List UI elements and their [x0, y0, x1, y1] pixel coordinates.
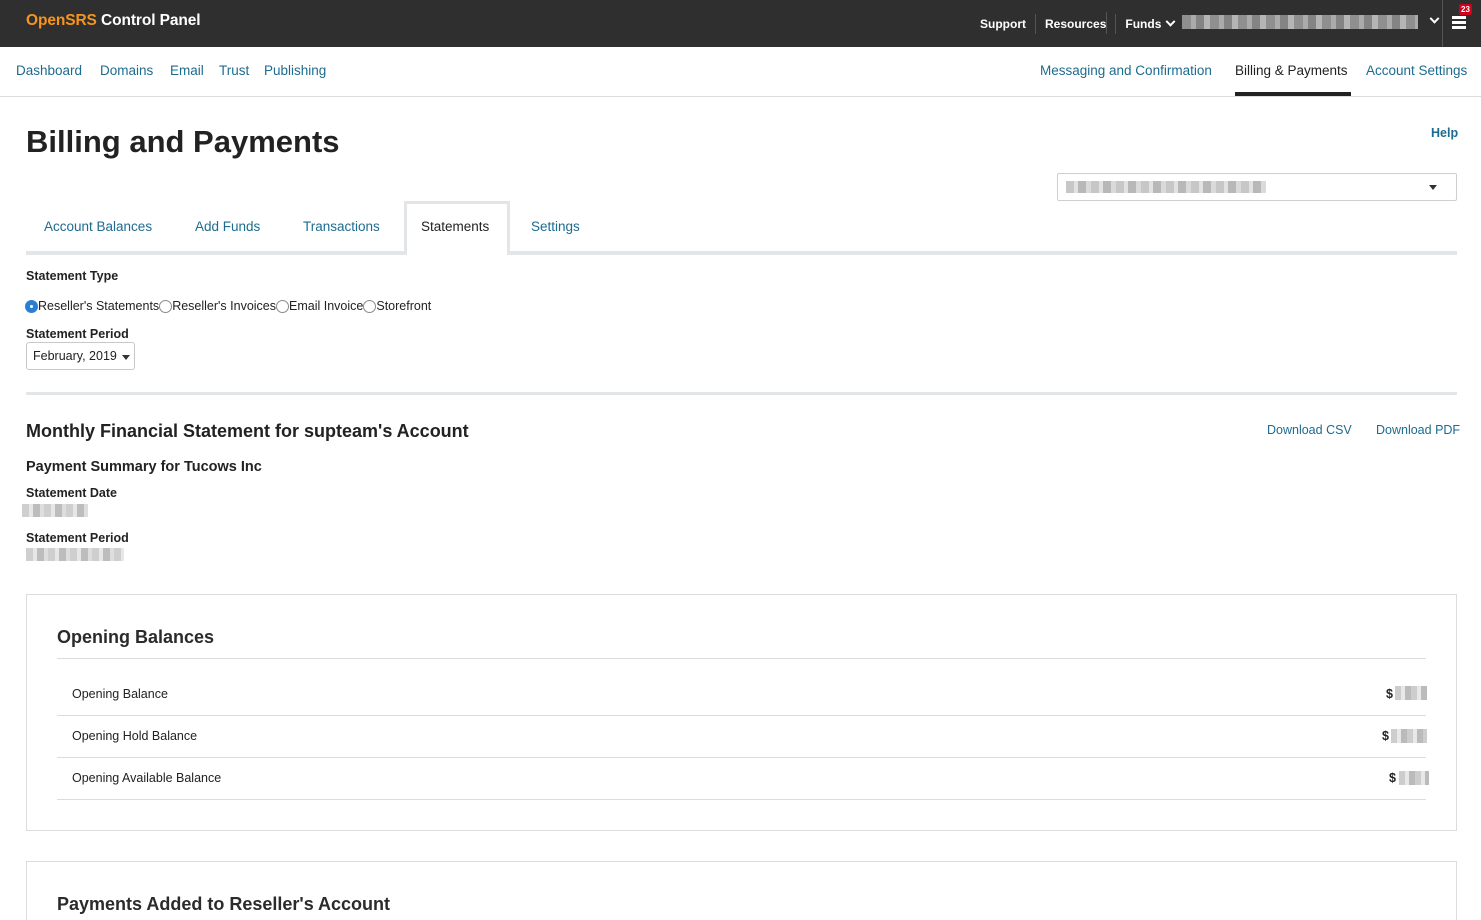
- statement-title: Monthly Financial Statement for supteam'…: [26, 421, 469, 441]
- funds-menu[interactable]: Funds: [1116, 14, 1183, 34]
- row-divider: [57, 715, 1426, 716]
- tab-settings[interactable]: Settings: [531, 219, 580, 234]
- notification-badge: 23: [1459, 4, 1472, 15]
- row-divider: [57, 799, 1426, 800]
- chevron-down-icon: [1165, 16, 1176, 27]
- download-pdf-link[interactable]: Download PDF: [1376, 423, 1460, 437]
- opening-balances-card: Opening Balances Opening Balance $ Openi…: [26, 594, 1457, 831]
- radio-button-selected[interactable]: [25, 299, 38, 313]
- statement-period-range: [26, 548, 124, 561]
- opening-balance-value: [1395, 686, 1427, 700]
- active-nav-indicator: [1235, 92, 1351, 96]
- opening-hold-balance-value: [1391, 729, 1427, 743]
- help-link[interactable]: Help: [1431, 126, 1458, 140]
- radio-label: Reseller's Statements: [38, 299, 160, 313]
- statement-period-select[interactable]: February, 2019: [26, 342, 135, 370]
- section-divider: [26, 392, 1457, 395]
- opening-available-balance-value: [1399, 771, 1429, 785]
- nav-domains[interactable]: Domains: [100, 63, 153, 78]
- nav-billing-payments[interactable]: Billing & Payments: [1235, 63, 1348, 78]
- opening-balances-title: Opening Balances: [57, 627, 215, 647]
- payments-added-card: Payments Added to Reseller's Account: [26, 861, 1457, 920]
- opening-available-balance-currency: $: [1389, 771, 1396, 785]
- top-nav: Support Resources Funds: [971, 0, 1183, 47]
- statement-date-label: Statement Date: [26, 486, 117, 500]
- radio-email-invoice[interactable]: Email Invoice: [276, 299, 363, 313]
- top-bar: OpenSRS Control Panel Support Resources …: [0, 0, 1481, 47]
- radio-storefront[interactable]: Storefront: [363, 299, 431, 313]
- user-account-menu[interactable]: [1182, 15, 1418, 29]
- brand-name: OpenSRS: [26, 12, 97, 29]
- card-divider: [57, 658, 1426, 659]
- statement-period-heading: Statement Period: [26, 531, 129, 545]
- account-select[interactable]: [1057, 173, 1457, 201]
- tab-add-funds[interactable]: Add Funds: [195, 219, 260, 234]
- tab-transactions[interactable]: Transactions: [303, 219, 380, 234]
- nav-messaging-confirmation[interactable]: Messaging and Confirmation: [1040, 63, 1212, 78]
- funds-label: Funds: [1125, 16, 1162, 31]
- chevron-down-icon[interactable]: [1429, 13, 1440, 24]
- row-divider: [57, 757, 1426, 758]
- radio-button[interactable]: [363, 299, 377, 313]
- nav-dashboard[interactable]: Dashboard: [16, 63, 82, 78]
- page-title: Billing and Payments: [26, 124, 340, 159]
- opening-available-balance-label: Opening Available Balance: [72, 771, 222, 785]
- notifications-button[interactable]: 23: [1450, 4, 1474, 32]
- opening-hold-balance-currency: $: [1382, 729, 1389, 743]
- brand-logo[interactable]: OpenSRS Control Panel: [26, 12, 201, 30]
- radio-resellers-statements[interactable]: Reseller's Statements: [25, 299, 159, 313]
- tab-statements[interactable]: Statements: [421, 219, 489, 234]
- top-divider: [1442, 0, 1443, 47]
- nav-trust[interactable]: Trust: [219, 63, 249, 78]
- brand-suffix: Control Panel: [96, 12, 201, 29]
- secondary-nav: Dashboard Domains Email Trust Publishing…: [0, 47, 1481, 97]
- radio-button[interactable]: [276, 299, 290, 313]
- payment-summary-title: Payment Summary for Tucows Inc: [26, 459, 262, 475]
- opening-balance-currency: $: [1386, 687, 1393, 701]
- caret-down-icon: [1429, 185, 1437, 190]
- statement-period-value: February, 2019: [33, 349, 117, 363]
- caret-down-icon: [122, 355, 130, 360]
- nav-publishing[interactable]: Publishing: [264, 63, 326, 78]
- nav-account-settings[interactable]: Account Settings: [1366, 63, 1467, 78]
- tabs-baseline: [26, 251, 1457, 255]
- radio-label: Email Invoice: [289, 299, 364, 313]
- tab-account-balances[interactable]: Account Balances: [44, 219, 152, 234]
- radio-button[interactable]: [159, 299, 173, 313]
- radio-resellers-invoices[interactable]: Reseller's Invoices: [159, 299, 276, 313]
- statement-date-value: [22, 504, 88, 517]
- opening-balance-label: Opening Balance: [72, 687, 168, 701]
- resources-link[interactable]: Resources: [1036, 13, 1117, 34]
- nav-email[interactable]: Email: [170, 63, 204, 78]
- statement-type-radio-group: Reseller's Statements Reseller's Invoice…: [25, 299, 431, 313]
- payments-added-title: Payments Added to Reseller's Account: [57, 894, 391, 914]
- radio-label: Reseller's Invoices: [172, 299, 277, 313]
- account-select-value: [1066, 181, 1266, 193]
- download-csv-link[interactable]: Download CSV: [1267, 423, 1352, 437]
- support-link[interactable]: Support: [971, 13, 1036, 34]
- nav-divider: [1106, 12, 1107, 34]
- opening-hold-balance-label: Opening Hold Balance: [72, 729, 198, 743]
- statement-type-label: Statement Type: [26, 269, 119, 283]
- statement-period-label: Statement Period: [26, 327, 129, 341]
- radio-label: Storefront: [376, 299, 432, 313]
